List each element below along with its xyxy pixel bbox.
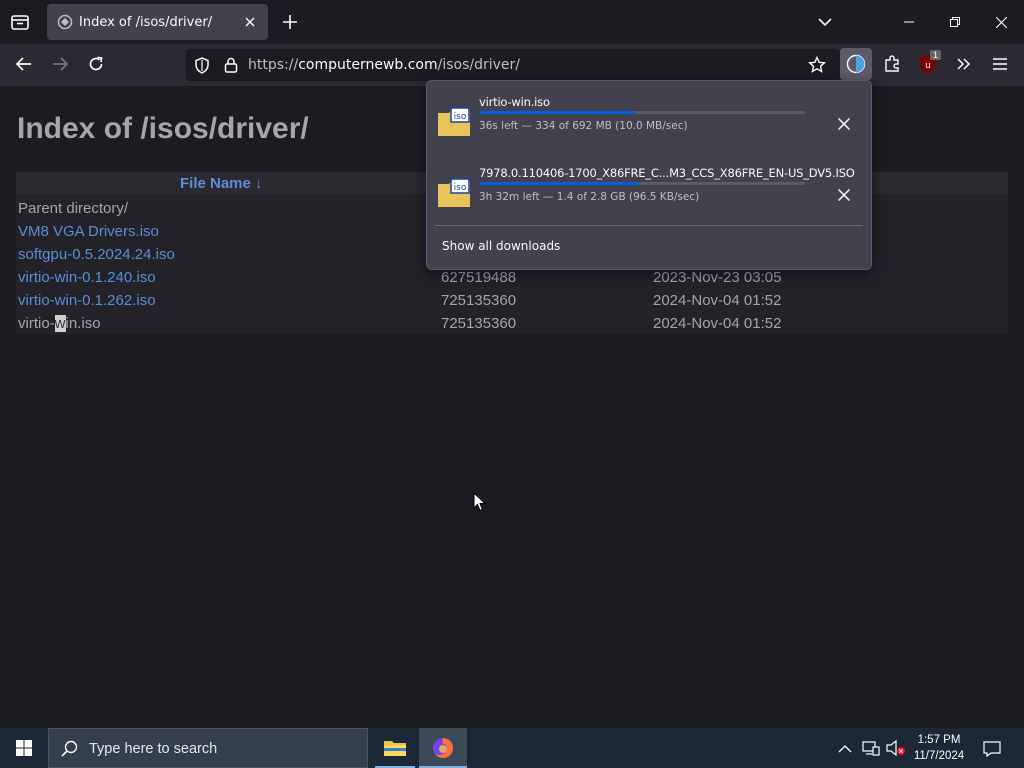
downloads-panel: iso virtio-win.iso 36s left — 334 of 692… (426, 80, 872, 270)
start-button[interactable] (0, 728, 48, 768)
svg-text:iso: iso (454, 183, 467, 193)
tab-title: Index of /isos/driver/ (79, 15, 213, 30)
back-button[interactable] (8, 48, 40, 80)
app-menu-button[interactable] (984, 48, 1016, 80)
tab-close-icon[interactable] (245, 17, 255, 27)
file-size: 725135360 (441, 292, 517, 309)
double-chevron-icon (957, 58, 971, 70)
bookmark-star-icon[interactable] (808, 56, 826, 74)
search-placeholder: Type here to search (89, 741, 218, 757)
windows-logo-icon (16, 740, 32, 756)
iso-file-icon: iso (438, 107, 470, 136)
close-window-button[interactable] (978, 0, 1024, 44)
chevron-up-icon (838, 745, 852, 753)
downloads-progress-icon (846, 54, 866, 74)
network-icon (862, 741, 880, 756)
search-icon (61, 740, 78, 757)
text-selection: w (54, 315, 66, 332)
download-filename: virtio-win.iso (479, 95, 550, 109)
cancel-download-button[interactable] (833, 113, 855, 135)
file-link[interactable]: virtio-win-0.1.262.iso (18, 292, 156, 309)
ublock-origin-button[interactable]: u 1 (912, 48, 944, 80)
plus-icon (283, 15, 297, 29)
windows-taskbar: Type here to search 1:57 PM 11/7/2024 (0, 728, 1024, 768)
download-status: 36s left — 334 of 692 MB (10.0 MB/sec) (479, 120, 688, 132)
file-date: 2024-Nov-04 01:52 (653, 292, 782, 309)
downloads-button[interactable] (840, 48, 872, 80)
chevron-down-icon (818, 18, 832, 26)
file-link[interactable]: virtio-win.iso (18, 315, 101, 332)
firefox-view-icon (11, 15, 29, 30)
file-link[interactable]: softgpu-0.5.2024.24.iso (18, 246, 175, 263)
tab-active[interactable]: Index of /isos/driver/ (47, 4, 268, 40)
site-icon (57, 14, 73, 30)
action-center-button[interactable] (978, 738, 1006, 760)
column-header-file-name[interactable]: File Name ↓ (180, 175, 263, 192)
reload-button[interactable] (80, 48, 112, 80)
parent-directory-link[interactable]: Parent directory/ (18, 200, 128, 217)
speaker-muted-icon (886, 739, 905, 757)
taskbar-clock[interactable]: 1:57 PM 11/7/2024 (908, 732, 970, 764)
cancel-download-button[interactable] (833, 184, 855, 206)
hamburger-icon (993, 58, 1007, 70)
url-text: https://computernewb.com/isos/driver/ (248, 57, 521, 73)
reload-icon (89, 56, 103, 71)
file-date: 2024-Nov-04 01:52 (653, 315, 782, 332)
firefox-icon (433, 738, 453, 758)
file-explorer-taskbar-button[interactable] (371, 728, 419, 768)
download-progress-fill (479, 182, 639, 185)
restore-icon (950, 17, 960, 27)
back-arrow-icon (16, 57, 31, 71)
close-icon (838, 189, 850, 201)
download-item[interactable]: iso 7978.0.110406-1700_X86FRE_C...M3_CCS… (427, 156, 871, 226)
lock-icon[interactable] (224, 57, 238, 73)
tab-list-button[interactable] (812, 10, 838, 34)
file-date: 2023-Nov-23 03:05 (653, 269, 782, 286)
puzzle-icon (885, 55, 899, 72)
volume-tray-icon[interactable] (886, 739, 906, 762)
svg-text:iso: iso (454, 112, 467, 122)
panel-divider (435, 225, 863, 226)
taskbar-search-box[interactable]: Type here to search (48, 728, 368, 768)
download-item[interactable]: iso virtio-win.iso 36s left — 334 of 692… (427, 85, 871, 155)
extensions-button[interactable] (876, 48, 908, 80)
download-progress-bar (479, 182, 805, 185)
clock-time: 1:57 PM (917, 734, 961, 746)
notification-icon (983, 741, 1001, 757)
close-icon (995, 16, 1007, 28)
shield-icon[interactable] (194, 57, 210, 74)
firefox-view-button[interactable] (6, 8, 34, 36)
minimize-button[interactable] (886, 0, 932, 44)
download-progress-fill (479, 111, 636, 114)
file-link[interactable]: VM8 VGA Drivers.iso (18, 223, 159, 240)
overflow-menu-button[interactable] (948, 48, 980, 80)
mouse-cursor-icon (473, 492, 486, 512)
new-tab-button[interactable] (278, 10, 302, 34)
file-link[interactable]: virtio-win-0.1.240.iso (18, 269, 156, 286)
forward-arrow-icon (53, 57, 68, 71)
forward-button[interactable] (44, 48, 76, 80)
restore-button[interactable] (932, 0, 978, 44)
file-size: 725135360 (441, 315, 517, 332)
show-hidden-icons-button[interactable] (838, 740, 854, 756)
download-progress-bar (479, 111, 805, 114)
download-status: 3h 32m left — 1.4 of 2.8 GB (96.5 KB/sec… (479, 191, 700, 203)
clock-date: 11/7/2024 (913, 750, 965, 762)
firefox-taskbar-button[interactable] (419, 728, 467, 768)
file-size: 627519488 (441, 269, 517, 286)
ublock-badge: 1 (930, 50, 942, 60)
tab-strip: Index of /isos/driver/ (0, 0, 1024, 44)
minimize-icon (904, 21, 914, 23)
url-bar[interactable]: https://computernewb.com/isos/driver/ (186, 49, 840, 81)
page-title: Index of /isos/driver/ (17, 112, 309, 145)
close-icon (838, 118, 850, 130)
folder-icon (384, 741, 406, 756)
network-tray-icon[interactable] (862, 739, 880, 762)
download-filename: 7978.0.110406-1700_X86FRE_C...M3_CCS_X86… (479, 166, 855, 180)
show-all-downloads-button[interactable]: Show all downloads (442, 239, 560, 253)
svg-text:u: u (925, 61, 931, 71)
iso-file-icon: iso (438, 178, 470, 207)
